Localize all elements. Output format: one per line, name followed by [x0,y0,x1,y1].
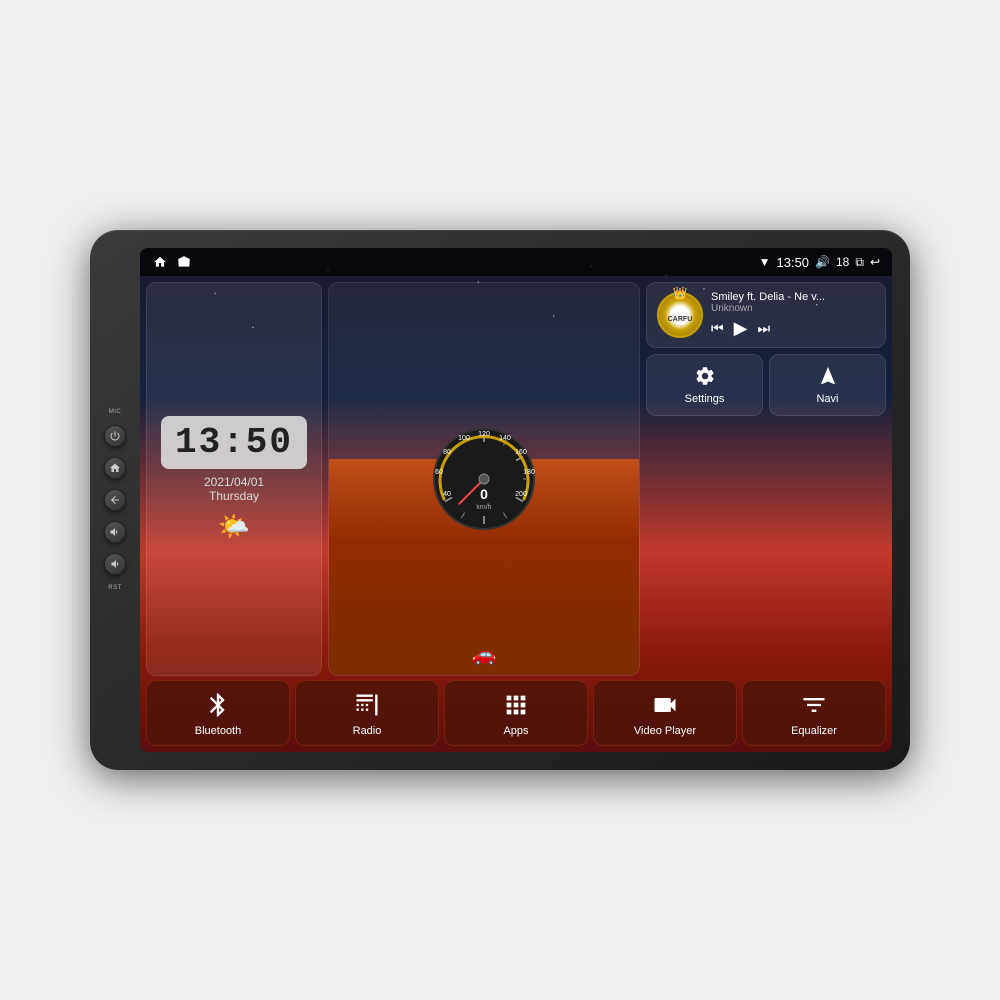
recent-apps-icon[interactable]: ⧉ [855,255,864,270]
music-controls: ⏮ ▶ ⏭ [711,318,875,339]
video-label: Video Player [634,725,696,737]
screen-bezel: ▼ 13:50 🔊 18 ⧉ ↩ 13:50 2021/04/01 [140,248,892,752]
device-shell: MIC RST [90,230,910,770]
navi-button[interactable]: Navi [769,354,886,416]
back-nav-icon[interactable]: ↩ [870,255,880,269]
back-button[interactable] [104,489,126,511]
main-content: 13:50 2021/04/01 Thursday 🌤️ 🚗 [140,276,892,752]
power-button[interactable] [104,425,126,447]
screen: ▼ 13:50 🔊 18 ⧉ ↩ 13:50 2021/04/01 [140,248,892,752]
quick-actions: Settings Navi [646,354,886,416]
status-bar: ▼ 13:50 🔊 18 ⧉ ↩ [140,248,892,276]
vol-up-button[interactable] [104,521,126,543]
svg-text:km/h: km/h [476,504,491,511]
status-left [152,254,192,270]
svg-text:80: 80 [443,449,451,456]
svg-text:120: 120 [478,431,490,438]
music-title: Smiley ft. Delia - Ne v... [711,291,875,303]
volume-icon: 🔊 [815,255,830,269]
clock-date: 2021/04/01 Thursday [204,475,264,503]
mic-label: MIC [109,409,122,415]
settings-button[interactable]: Settings [646,354,763,416]
battery-level: 18 [836,255,849,269]
svg-text:180: 180 [523,469,535,476]
play-button[interactable]: ▶ [734,318,748,339]
equalizer-label: Equalizer [791,725,837,737]
bluetooth-button[interactable]: Bluetooth [146,680,290,746]
radio-button[interactable]: Radio [295,680,439,746]
apps-button[interactable]: Apps [444,680,588,746]
settings-label: Settings [685,393,725,405]
svg-text:200: 200 [515,491,527,498]
home-icon[interactable] [152,254,168,270]
svg-text:0: 0 [480,486,488,502]
speedometer-widget: 🚗 [328,282,640,676]
car-icon: 🚗 [472,642,497,667]
next-button[interactable]: ⏭ [757,320,770,337]
status-time: 13:50 [777,255,810,270]
gauge-container: 40 60 80 100 120 140 160 180 200 [429,424,539,534]
music-info: Smiley ft. Delia - Ne v... Unknown ⏮ ▶ ⏭ [711,291,875,339]
music-artist: Unknown [711,303,875,314]
svg-text:40: 40 [443,491,451,498]
house-icon[interactable] [176,254,192,270]
home-button[interactable] [104,457,126,479]
equalizer-button[interactable]: Equalizer [742,680,886,746]
status-right: ▼ 13:50 🔊 18 ⧉ ↩ [759,255,880,270]
svg-text:60: 60 [435,469,443,476]
music-logo-text: CARFU [668,316,693,323]
vol-down-button[interactable] [104,553,126,575]
svg-text:100: 100 [458,435,470,442]
clock-display: 13:50 [161,416,307,469]
side-buttons: MIC RST [104,409,126,591]
navi-label: Navi [816,393,838,405]
svg-text:160: 160 [515,449,527,456]
music-widget[interactable]: 👑 CARFU Smiley ft. Delia - Ne v... Unkno… [646,282,886,348]
video-player-button[interactable]: Video Player [593,680,737,746]
right-panel: 👑 CARFU Smiley ft. Delia - Ne v... Unkno… [646,282,886,676]
apps-label: Apps [503,725,528,737]
wifi-icon: ▼ [759,255,771,269]
bluetooth-label: Bluetooth [195,725,241,737]
prev-button[interactable]: ⏮ [711,320,724,337]
weather-icon: 🌤️ [218,511,250,542]
app-bar: Bluetooth Radio Apps [140,680,892,752]
music-logo: 👑 CARFU [657,292,703,338]
radio-label: Radio [353,725,382,737]
widgets-row: 13:50 2021/04/01 Thursday 🌤️ 🚗 [140,276,892,680]
rst-label: RST [108,585,122,591]
clock-widget: 13:50 2021/04/01 Thursday 🌤️ [146,282,322,676]
svg-text:140: 140 [499,435,511,442]
